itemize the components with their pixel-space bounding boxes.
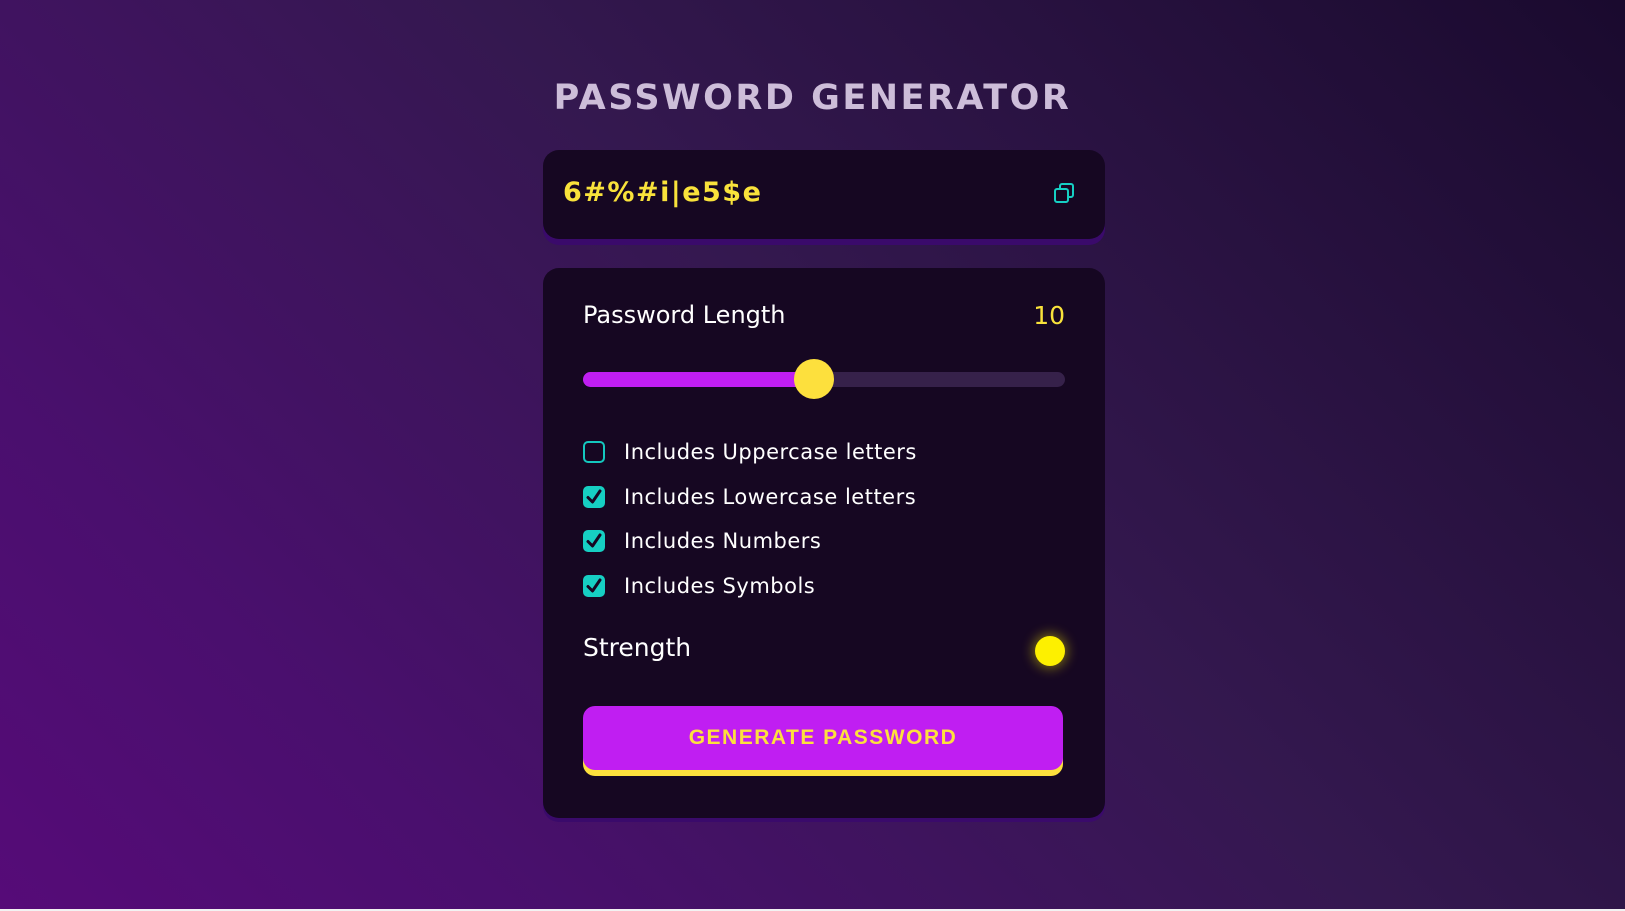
option-uppercase[interactable]: Includes Uppercase letters [583, 438, 917, 466]
checkmark-icon [586, 533, 602, 548]
numbers-checkbox[interactable] [583, 530, 605, 552]
password-length-value: 10 [1033, 301, 1065, 330]
slider-thumb[interactable] [794, 359, 835, 399]
page-title: PASSWORD GENERATOR [553, 78, 1072, 118]
symbols-checkbox[interactable] [583, 575, 605, 597]
lowercase-checkbox[interactable] [583, 486, 605, 508]
slider-fill [583, 372, 815, 387]
copy-icon [1054, 183, 1074, 203]
option-label: Includes Symbols [624, 574, 816, 598]
strength-indicator [1035, 636, 1065, 666]
uppercase-checkbox[interactable] [583, 441, 605, 463]
option-label: Includes Uppercase letters [624, 440, 917, 464]
password-length-label: Password Length [583, 301, 786, 329]
generate-password-button[interactable]: GENERATE PASSWORD [583, 706, 1063, 770]
generate-button-label: GENERATE PASSWORD [688, 726, 958, 749]
password-display: 6#%#i|e5$e [543, 150, 1105, 239]
length-slider[interactable] [583, 359, 1065, 399]
strength-label: Strength [583, 633, 692, 662]
checkmark-icon [586, 489, 602, 504]
option-label: Includes Numbers [624, 529, 822, 553]
option-label: Includes Lowercase letters [624, 485, 917, 509]
option-numbers[interactable]: Includes Numbers [583, 527, 821, 555]
password-output: 6#%#i|e5$e [563, 177, 763, 208]
copy-button[interactable] [1049, 178, 1079, 208]
checkmark-icon [586, 578, 602, 593]
option-lowercase[interactable]: Includes Lowercase letters [583, 483, 916, 511]
settings-card: Password Length 10 Includes Uppercase le… [543, 268, 1105, 818]
option-symbols[interactable]: Includes Symbols [583, 572, 815, 600]
